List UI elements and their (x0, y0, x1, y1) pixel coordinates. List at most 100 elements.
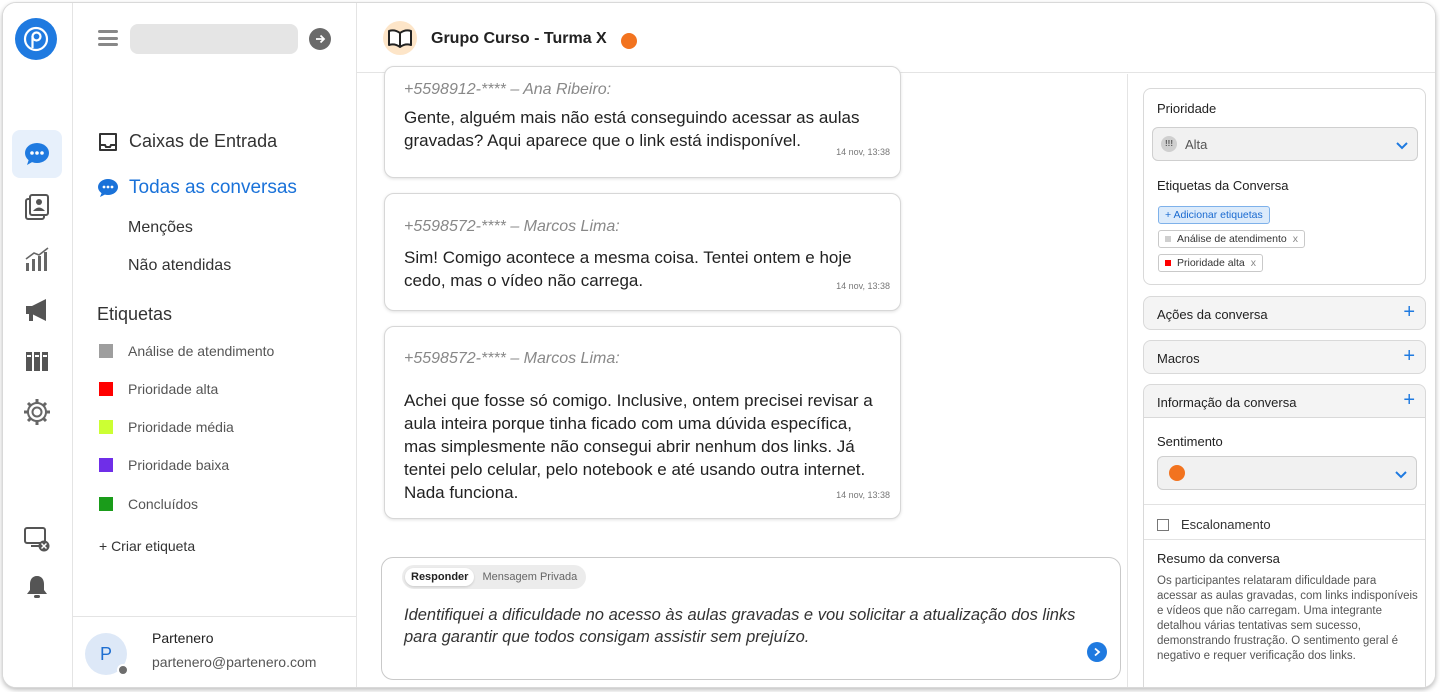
settings-gear-icon[interactable] (12, 388, 62, 436)
reports-icon[interactable] (12, 235, 62, 283)
label-name: Prioridade alta (128, 381, 219, 397)
search-input[interactable] (130, 24, 298, 54)
conversation-info-body: Sentimento Escalonamento Resumo da conve… (1143, 418, 1426, 687)
notifications-bell-icon[interactable] (12, 563, 62, 611)
section-title: Macros (1157, 351, 1200, 366)
section-macros[interactable]: Macros + (1143, 340, 1426, 374)
tag-name: Prioridade alta (1177, 257, 1245, 269)
tag-color-swatch (1165, 260, 1171, 266)
nav-inboxes[interactable]: Caixas de Entrada (97, 131, 277, 152)
section-conversation-info[interactable]: Informação da conversa + (1143, 384, 1426, 418)
priority-select[interactable]: !!! Alta (1152, 127, 1418, 161)
priority-icon: !!! (1161, 136, 1177, 152)
message-text: Gente, alguém mais não está conseguindo … (404, 108, 860, 150)
chevron-down-icon (1395, 471, 1407, 479)
nav-unattended[interactable]: Não atendidas (128, 257, 231, 275)
inbox-icon (99, 132, 117, 151)
conversation-sidebar: Caixas de Entrada Todas as conversas Men… (73, 3, 357, 687)
sentiment-label: Sentimento (1157, 434, 1223, 449)
app-logo-icon[interactable] (15, 18, 57, 60)
label-item-concluidos[interactable]: Concluídos (99, 496, 198, 512)
chevron-down-icon (1396, 142, 1408, 150)
label-name: Prioridade baixa (128, 457, 230, 473)
labels-heading: Etiquetas (97, 304, 173, 324)
reply-text-input[interactable]: Identifiquei a dificuldade no acesso às … (404, 604, 1104, 648)
tag-chip[interactable]: Análise de atendimento x (1158, 230, 1305, 248)
library-icon[interactable] (12, 337, 62, 385)
tag-chip[interactable]: Prioridade alta x (1158, 254, 1263, 272)
create-label-button[interactable]: + Criar etiqueta (99, 538, 195, 554)
message-time: 14 nov, 13:38 (836, 281, 890, 291)
escalation-checkbox[interactable] (1157, 518, 1169, 531)
label-color-swatch (99, 420, 113, 434)
section-title: Ações da conversa (1157, 307, 1268, 322)
summary-text: Os participantes relataram dificuldade p… (1157, 575, 1418, 662)
conversation-title: Grupo Curso - Turma X (431, 30, 607, 47)
divider (1144, 504, 1425, 505)
user-profile[interactable]: P Partenero partenero@partenero.com (73, 616, 357, 687)
nav-all-conversations[interactable]: Todas as conversas (97, 177, 297, 199)
user-name: Partenero (152, 630, 214, 646)
section-title: Informação da conversa (1157, 395, 1297, 410)
message-time: 14 nov, 13:38 (836, 490, 890, 500)
section-conversation-actions[interactable]: Ações da conversa + (1143, 296, 1426, 330)
book-icon (383, 21, 417, 55)
plus-icon[interactable]: + (1403, 301, 1415, 324)
conversation-details-panel: Prioridade !!! Alta Etiquetas da Convers… (1127, 74, 1435, 687)
chat-bubble-icon (98, 179, 118, 197)
sentiment-select[interactable] (1157, 456, 1417, 490)
message-thread: +5598912-**** – Ana Ribeiro: Gente, algu… (357, 66, 1127, 687)
message-bubble: +5598572-**** – Marcos Lima: Sim! Comigo… (384, 193, 901, 311)
label-item-prioridade-media[interactable]: Prioridade média (99, 419, 234, 435)
escalation-label: Escalonamento (1181, 517, 1271, 532)
message-text: Achei que fosse só comigo. Inclusive, on… (404, 391, 873, 502)
conversations-icon[interactable] (12, 130, 62, 178)
message-time: 14 nov, 13:38 (836, 147, 890, 157)
sentiment-dot (1169, 465, 1185, 481)
remove-tag-icon[interactable]: x (1293, 231, 1298, 247)
plus-icon[interactable]: + (1403, 389, 1415, 412)
label-color-swatch (99, 458, 113, 472)
tab-reply[interactable]: Responder (405, 568, 475, 586)
tags-label: Etiquetas da Conversa (1157, 178, 1289, 193)
sentiment-status-dot (621, 33, 637, 49)
message-author: +5598572-**** – Marcos Lima: (404, 218, 620, 235)
tab-private-message[interactable]: Mensagem Privada (476, 568, 583, 586)
add-tags-button[interactable]: + Adicionar etiquetas (1158, 206, 1270, 224)
summary-title: Resumo da conversa (1157, 551, 1280, 566)
contacts-icon[interactable] (12, 183, 62, 231)
campaigns-icon[interactable] (12, 286, 62, 334)
priority-value: Alta (1185, 137, 1208, 152)
presence-status-dot (117, 664, 129, 676)
message-text: Sim! Comigo acontece a mesma coisa. Tent… (404, 248, 852, 290)
label-item-analise[interactable]: Análise de atendimento (99, 343, 274, 359)
label-color-swatch (99, 497, 113, 511)
label-color-swatch (99, 344, 113, 358)
divider (1144, 539, 1425, 540)
escalation-option[interactable]: Escalonamento (1157, 517, 1271, 532)
reply-composer[interactable]: Responder Mensagem Privada Identifiquei … (381, 557, 1121, 680)
menu-icon[interactable] (98, 30, 118, 46)
priority-label: Prioridade (1157, 101, 1217, 116)
screen-status-icon[interactable] (12, 515, 62, 563)
icon-rail (3, 3, 73, 687)
priority-tags-card: Prioridade !!! Alta Etiquetas da Convers… (1143, 88, 1426, 285)
label-name: Concluídos (128, 496, 199, 512)
user-email: partenero@partenero.com (152, 654, 317, 670)
remove-tag-icon[interactable]: x (1251, 255, 1256, 271)
send-button[interactable] (1087, 642, 1107, 662)
label-color-swatch (99, 382, 113, 396)
nav-all-conversations-label: Todas as conversas (129, 177, 297, 198)
conversation-header: Grupo Curso - Turma X (357, 3, 1435, 73)
arrow-right-icon[interactable] (309, 28, 331, 50)
reply-mode-toggle[interactable]: Responder Mensagem Privada (402, 565, 587, 589)
label-name: Análise de atendimento (128, 343, 275, 359)
nav-mentions[interactable]: Menções (128, 219, 193, 237)
label-item-prioridade-alta[interactable]: Prioridade alta (99, 381, 218, 397)
label-name: Prioridade média (128, 419, 234, 435)
label-item-prioridade-baixa[interactable]: Prioridade baixa (99, 457, 229, 473)
message-bubble: +5598912-**** – Ana Ribeiro: Gente, algu… (384, 66, 901, 178)
plus-icon[interactable]: + (1403, 345, 1415, 368)
tag-name: Análise de atendimento (1177, 233, 1287, 245)
app-window: Caixas de Entrada Todas as conversas Men… (2, 2, 1436, 688)
